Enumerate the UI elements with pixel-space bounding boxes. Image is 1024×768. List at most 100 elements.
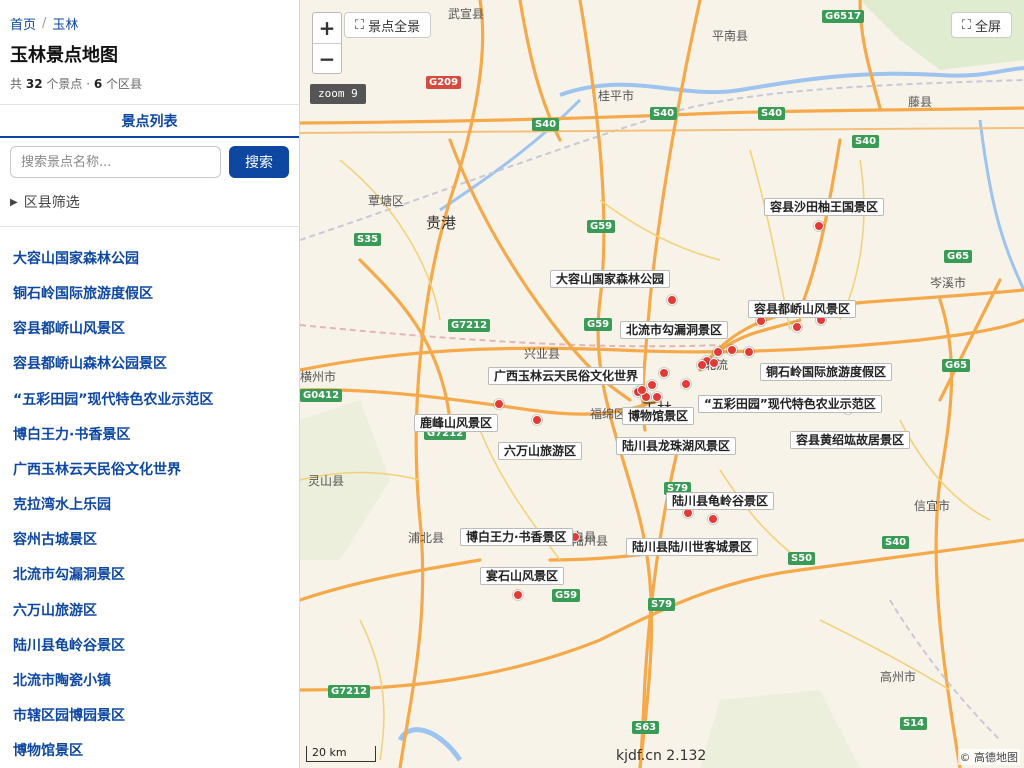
zoom-out-button[interactable]: − xyxy=(313,43,341,73)
highway-shield: S40 xyxy=(758,107,786,120)
overview-button[interactable]: ⛶ 景点全景 xyxy=(344,12,432,38)
highway-shield: G7212 xyxy=(448,319,491,332)
map-poi-label[interactable]: 大容山国家森林公园 xyxy=(550,270,671,288)
poi-link[interactable]: 容州古城景区 xyxy=(13,529,97,549)
highway-shield: S79 xyxy=(648,598,676,611)
caret-right-icon: ▶ xyxy=(10,196,18,208)
map-poi-label[interactable]: 博白王力·书香景区 xyxy=(460,528,573,546)
map-poi-marker[interactable] xyxy=(744,347,754,357)
map-poi-marker[interactable] xyxy=(513,590,523,600)
district-filter-toggle[interactable]: ▶ 区县筛选 xyxy=(0,178,299,228)
map-poi-marker[interactable] xyxy=(697,360,707,370)
map-poi-marker[interactable] xyxy=(681,379,691,389)
map-poi-label[interactable]: 广西玉林云天民俗文化世界 xyxy=(488,367,645,385)
map-poi-marker[interactable] xyxy=(494,399,504,409)
poi-link[interactable]: 容县都峤山森林公园景区 xyxy=(13,353,167,373)
map-poi-marker[interactable] xyxy=(727,345,737,355)
list-item: 北流市陶瓷小镇 xyxy=(13,662,286,697)
list-item: “五彩田园”现代特色农业示范区 xyxy=(13,381,286,416)
map-poi-label[interactable]: 容县黄绍竑故居景区 xyxy=(790,431,911,449)
place-name: 横州市 xyxy=(300,370,337,384)
place-name: 信宜市 xyxy=(914,499,951,513)
highway-shield: S40 xyxy=(852,135,880,148)
map-poi-marker[interactable] xyxy=(647,380,657,390)
map-poi-label[interactable]: 宴石山风景区 xyxy=(480,567,565,585)
highway-shield: S40 xyxy=(650,107,678,120)
map-poi-label[interactable]: 陆川县陆川世客城景区 xyxy=(626,538,759,556)
map-poi-label[interactable]: 容县沙田柚王国景区 xyxy=(764,198,885,216)
zoom-in-button[interactable]: + xyxy=(313,13,341,43)
poi-link[interactable]: 北流市勾漏洞景区 xyxy=(13,564,125,584)
map-poi-label[interactable]: 博物馆景区 xyxy=(622,407,695,425)
zoom-control: + − xyxy=(312,12,342,74)
map-poi-marker[interactable] xyxy=(814,221,824,231)
map-poi-label[interactable]: 鹿峰山风景区 xyxy=(414,414,499,432)
map-poi-label[interactable]: 容县都峤山风景区 xyxy=(748,300,857,318)
poi-link[interactable]: 大容山国家森林公园 xyxy=(13,248,139,268)
map-poi-marker[interactable] xyxy=(532,415,542,425)
scale-bar: 20 km xyxy=(306,746,376,762)
watermark: kjdf.cn 2.132 xyxy=(616,748,707,764)
poi-link[interactable]: 六万山旅游区 xyxy=(13,600,97,620)
map-attribution: © 高德地图 xyxy=(957,749,1020,765)
stats-suffix: 个区县 xyxy=(106,77,143,91)
poi-link[interactable]: 陆川县龟岭谷景区 xyxy=(13,635,125,655)
sidebar-header: 首页 / 玉林 玉林景点地图 共 32 个景点 · 6 个区县 xyxy=(0,0,299,105)
map-poi-label[interactable]: 陆川县龟岭谷景区 xyxy=(666,492,775,510)
poi-link[interactable]: 克拉湾水上乐园 xyxy=(13,494,111,514)
place-name: 福绵区 xyxy=(590,407,627,421)
map-view[interactable]: 武宣县 平南县 桂平市 藤县 覃塘区 贵港 兴业县 横州市 福绵区 灵山县 浦北县 陆川县 信宜市 岑溪市… xyxy=(300,0,1024,768)
place-name: 灵山县 xyxy=(308,474,345,488)
map-poi-label[interactable]: “五彩田园”现代特色农业示范区 xyxy=(698,395,882,413)
stats-spot-count: 32 xyxy=(25,77,43,91)
poi-link[interactable]: 铜石岭国际旅游度假区 xyxy=(13,283,153,303)
tab-poi-list[interactable]: 景点列表 xyxy=(0,105,299,139)
place-name: 浦北县 xyxy=(408,531,445,545)
fullscreen-icon: ⛶ xyxy=(961,17,971,33)
list-item: 市辖区园博园景区 xyxy=(13,698,286,733)
map-poi-label[interactable]: 六万山旅游区 xyxy=(498,442,583,460)
breadcrumb-current-link[interactable]: 玉林 xyxy=(52,14,78,33)
fullscreen-button[interactable]: ⛶ 全屏 xyxy=(950,12,1012,38)
highway-shield: G65 xyxy=(942,359,971,372)
highway-shield: S40 xyxy=(882,536,910,549)
list-item: 铜石岭国际旅游度假区 xyxy=(13,275,286,310)
list-item: 容县都峤山风景区 xyxy=(13,311,286,346)
map-poi-marker[interactable] xyxy=(713,347,723,357)
map-poi-label[interactable]: 铜石岭国际旅游度假区 xyxy=(760,363,893,381)
poi-link[interactable]: 市辖区园博园景区 xyxy=(13,705,125,725)
map-poi-marker[interactable] xyxy=(637,385,647,395)
breadcrumb-home-link[interactable]: 首页 xyxy=(10,14,36,33)
place-name: 岑溪市 xyxy=(930,276,967,290)
map-poi-marker[interactable] xyxy=(709,358,719,368)
place-name: 武宣县 xyxy=(448,7,485,21)
highway-shield: S14 xyxy=(900,717,928,730)
poi-link[interactable]: 北流市陶瓷小镇 xyxy=(13,670,111,690)
map-poi-label[interactable]: 北流市勾漏洞景区 xyxy=(620,321,729,339)
map-poi-marker[interactable] xyxy=(659,368,669,378)
poi-link[interactable]: “五彩田园”现代特色农业示范区 xyxy=(13,389,213,409)
tab-poi-list-label: 景点列表 xyxy=(121,113,178,130)
list-item: 博物馆景区 xyxy=(13,733,286,768)
search-input[interactable] xyxy=(10,146,221,179)
search-button[interactable]: 搜索 xyxy=(229,146,289,179)
list-item: 克拉湾水上乐园 xyxy=(13,487,286,522)
map-poi-label[interactable]: 陆川县龙珠湖风景区 xyxy=(616,437,737,455)
poi-link[interactable]: 容县都峤山风景区 xyxy=(13,318,125,338)
highway-shield: S40 xyxy=(532,118,560,131)
list-item: 六万山旅游区 xyxy=(13,592,286,627)
map-poi-marker[interactable] xyxy=(792,322,802,332)
place-name: 覃塘区 xyxy=(368,194,405,208)
map-poi-marker[interactable] xyxy=(652,392,662,402)
place-name: 藤县 xyxy=(908,95,933,109)
place-name: 桂平市 xyxy=(598,89,635,103)
poi-link[interactable]: 博白王力·书香景区 xyxy=(13,424,130,444)
stats-mid: 个景点 · xyxy=(46,77,91,91)
poi-link[interactable]: 博物馆景区 xyxy=(13,740,83,760)
poi-link[interactable]: 广西玉林云天民俗文化世界 xyxy=(13,459,181,479)
highway-shield: G59 xyxy=(584,318,613,331)
highway-shield: S50 xyxy=(788,552,816,565)
map-poi-marker[interactable] xyxy=(708,514,718,524)
overview-button-label: 景点全景 xyxy=(368,19,421,35)
map-poi-marker[interactable] xyxy=(667,295,677,305)
